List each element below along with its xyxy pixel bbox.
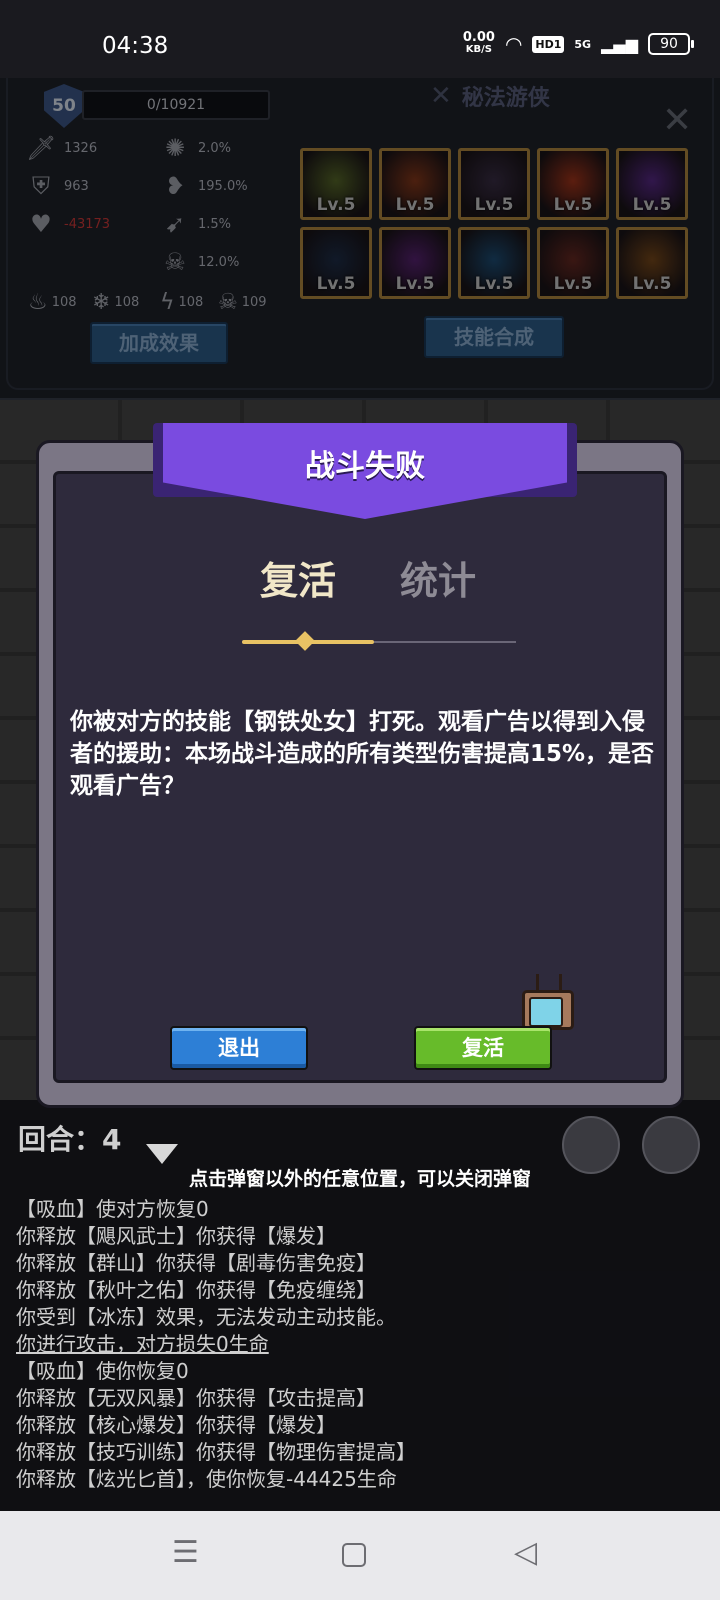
log-line: 你释放【飓风武士】你获得【爆发】 (16, 1224, 336, 1248)
battery-icon: 90 (648, 33, 694, 55)
log-line: 【吸血】使对方恢复0 (16, 1197, 209, 1221)
close-hint: 点击弹窗以外的任意位置，可以关闭弹窗 (188, 1168, 531, 1190)
log-line: 你进行攻击，对方损失0生命 (16, 1332, 269, 1356)
dialog-title: 战斗失败 (305, 449, 425, 484)
status-time: 04:38 (102, 33, 169, 59)
system-nav-bar: ☰ ◁ (0, 1511, 720, 1600)
exit-button[interactable]: 退出 (170, 1026, 308, 1070)
round-counter: 回合：4 (18, 1123, 122, 1156)
log-line: 你释放【炫光匕首】，使你恢复-44425生命 (16, 1467, 397, 1491)
log-line: 你释放【秋叶之佑】你获得【免疫缠绕】 (16, 1278, 376, 1302)
defeat-dialog: 复活 统计 你被对方的技能【钢铁处女】打死。观看广告以得到入侵者的援助：本场战斗… (36, 423, 684, 1108)
defeat-message: 你被对方的技能【钢铁处女】打死。观看广告以得到入侵者的援助：本场战斗造成的所有类… (70, 709, 655, 799)
log-line: 你释放【群山】你获得【剧毒伤害免疫】 (16, 1251, 376, 1275)
hd-icon: HD1 (532, 35, 565, 53)
net-speed: 0.00 KB/S (462, 30, 495, 55)
log-line: 你受到【冰冻】效果，无法发动主动技能。 (16, 1305, 396, 1329)
back-icon[interactable]: ◁ (514, 1535, 537, 1570)
signal-icon: ▂▄▆ (601, 34, 638, 54)
tv-ad-icon (522, 990, 574, 1030)
status-icons: 0.00 KB/S ◠ HD1 5G ▂▄▆ 90 (462, 30, 694, 56)
collapse-arrow-icon[interactable] (146, 1144, 178, 1164)
tab-indicator-gem (295, 631, 315, 651)
dialog-banner: 战斗失败 (153, 423, 577, 519)
log-line: 【吸血】使你恢复0 (16, 1359, 189, 1383)
tab-divider (374, 641, 516, 643)
tab-stats[interactable]: 统计 (400, 550, 476, 605)
tab-revive[interactable]: 复活 (260, 550, 336, 605)
wifi-icon: ◠ (504, 32, 523, 56)
menu-icon[interactable]: ☰ (172, 1535, 199, 1570)
home-icon[interactable] (342, 1543, 366, 1567)
dialog-body: 复活 统计 你被对方的技能【钢铁处女】打死。观看广告以得到入侵者的援助：本场战斗… (53, 471, 667, 1083)
log-line: 你释放【核心爆发】你获得【爆发】 (16, 1413, 336, 1437)
status-bar: 04:38 0.00 KB/S ◠ HD1 5G ▂▄▆ 90 (0, 0, 720, 78)
log-line: 你释放【技巧训练】你获得【物理伤害提高】 (16, 1440, 416, 1464)
network-type: 5G (574, 37, 592, 51)
battle-log: 【吸血】使对方恢复0 你释放【飓风武士】你获得【爆发】 你释放【群山】你获得【剧… (16, 1196, 706, 1493)
log-line: 你释放【无双风暴】你获得【攻击提高】 (16, 1386, 376, 1410)
revive-button[interactable]: 复活 (414, 1026, 552, 1070)
